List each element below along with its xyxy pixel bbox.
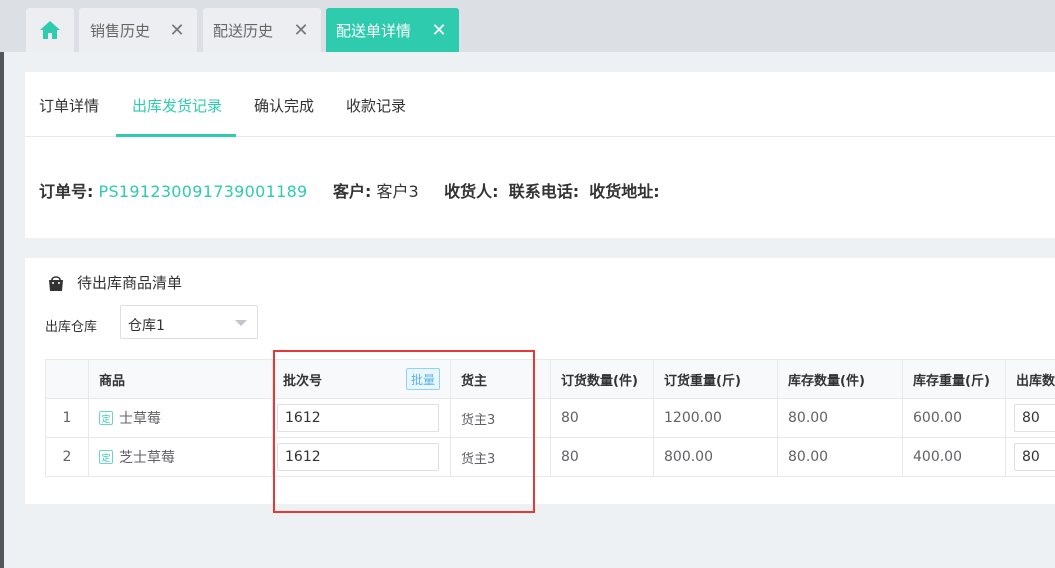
goods-table: 商品 批次号 批量 货主 订货数量(件) 订货重量(斤) 库存数量(件) 库存重…	[45, 359, 1055, 477]
tab-label: 配送单详情	[336, 21, 412, 40]
stock-weight-cell: 600.00	[903, 399, 1006, 437]
order-qty-cell: 80	[551, 438, 654, 476]
order-no-label: 订单号:	[39, 182, 94, 201]
batch-input[interactable]: 1612	[277, 404, 439, 432]
batch-button[interactable]: 批量	[405, 368, 440, 390]
product-name: 士草莓	[119, 411, 161, 427]
order-weight-cell: 800.00	[654, 438, 778, 476]
row-index: 1	[46, 399, 89, 437]
warehouse-value: 仓库1	[128, 318, 165, 334]
header-product: 商品	[89, 360, 273, 398]
customer-value: 客户3	[376, 182, 419, 201]
fixed-badge: 定	[99, 450, 113, 464]
left-border	[0, 52, 4, 568]
product-name: 芝士草莓	[119, 450, 175, 466]
owner-cell: 货主3	[451, 438, 551, 476]
shopping-bag-icon	[49, 275, 63, 291]
batch-input[interactable]: 1612	[277, 443, 439, 471]
header-out-qty: 出库数	[1016, 373, 1055, 389]
close-icon[interactable]: ✕	[291, 20, 311, 41]
batch-cell: 1612	[273, 399, 451, 437]
tab-label: 配送历史	[213, 21, 274, 40]
phone-label: 联系电话:	[508, 182, 580, 201]
header-batch-label: 批次号	[283, 373, 323, 389]
tab-home[interactable]	[26, 8, 74, 52]
product-cell: 定 士草莓	[89, 399, 273, 437]
order-info-card: 订单详情 出库发货记录 确认完成 收款记录 订单号: PS19123009173…	[25, 72, 1055, 238]
out-qty-cell: 80	[1006, 438, 1055, 476]
home-icon	[40, 21, 60, 39]
outbound-goods-card: 待出库商品清单 出库仓库 仓库1 商品 批次号 批量 货主 订货数量(件) 订货…	[25, 258, 1055, 504]
order-number: PS191230091739001189	[98, 182, 308, 201]
row-index: 2	[46, 438, 89, 476]
chevron-down-icon	[235, 320, 247, 326]
header-index	[46, 360, 89, 398]
table-row: 1 定 士草莓 1612 货主3 80 1200.00 80.00 600.00…	[46, 399, 1055, 438]
stock-qty-cell: 80.00	[778, 399, 903, 437]
order-weight-cell: 1200.00	[654, 399, 778, 437]
table-header: 商品 批次号 批量 货主 订货数量(件) 订货重量(斤) 库存数量(件) 库存重…	[46, 360, 1055, 399]
product-cell: 定 芝士草莓	[89, 438, 273, 476]
close-icon[interactable]: ✕	[429, 20, 449, 41]
header-stock-qty: 库存数量(件)	[778, 360, 903, 398]
stock-qty-cell: 80.00	[778, 438, 903, 476]
out-qty-cell: 80	[1006, 399, 1055, 437]
subtab-outbound-records[interactable]: 出库发货记录	[132, 95, 222, 116]
customer-label: 客户:	[332, 182, 372, 201]
out-qty-input[interactable]: 80	[1014, 404, 1055, 432]
subtab-payment-records[interactable]: 收款记录	[346, 95, 406, 116]
order-summary: 订单号: PS191230091739001189 客户: 客户3 收货人: 联…	[39, 178, 660, 202]
section-title: 待出库商品清单	[77, 274, 183, 292]
stock-weight-cell: 400.00	[903, 438, 1006, 476]
section-header: 待出库商品清单	[47, 272, 182, 293]
order-qty-cell: 80	[551, 399, 654, 437]
header-order-qty: 订货数量(件)	[551, 360, 654, 398]
subtab-confirm-complete[interactable]: 确认完成	[254, 95, 314, 116]
subtab-order-detail[interactable]: 订单详情	[39, 95, 99, 116]
fixed-badge: 定	[99, 411, 113, 425]
tab-sales-history[interactable]: 销售历史 ✕	[79, 8, 197, 52]
header-order-weight: 订货重量(斤)	[654, 360, 778, 398]
close-icon[interactable]: ✕	[167, 20, 187, 41]
receiver-label: 收货人:	[444, 182, 499, 201]
header-owner: 货主	[451, 360, 551, 398]
sub-tab-bar: 订单详情 出库发货记录 确认完成 收款记录	[25, 72, 1055, 137]
address-label: 收货地址:	[589, 182, 660, 201]
tab-label: 销售历史	[90, 21, 151, 40]
tab-strip: 销售历史 ✕ 配送历史 ✕ 配送单详情 ✕	[0, 0, 1055, 52]
warehouse-select[interactable]: 仓库1	[120, 305, 258, 339]
warehouse-label: 出库仓库	[45, 320, 98, 335]
owner-cell: 货主3	[451, 399, 551, 437]
out-qty-input[interactable]: 80	[1014, 443, 1055, 471]
tab-delivery-history[interactable]: 配送历史 ✕	[203, 8, 321, 52]
table-row: 2 定 芝士草莓 1612 货主3 80 800.00 80.00 400.00…	[46, 438, 1055, 477]
header-stock-weight: 库存重量(斤)	[903, 360, 1006, 398]
batch-cell: 1612	[273, 438, 451, 476]
active-tab-indicator	[116, 134, 236, 137]
header-batch: 批次号 批量	[273, 360, 451, 398]
tab-delivery-detail[interactable]: 配送单详情 ✕	[326, 8, 459, 52]
